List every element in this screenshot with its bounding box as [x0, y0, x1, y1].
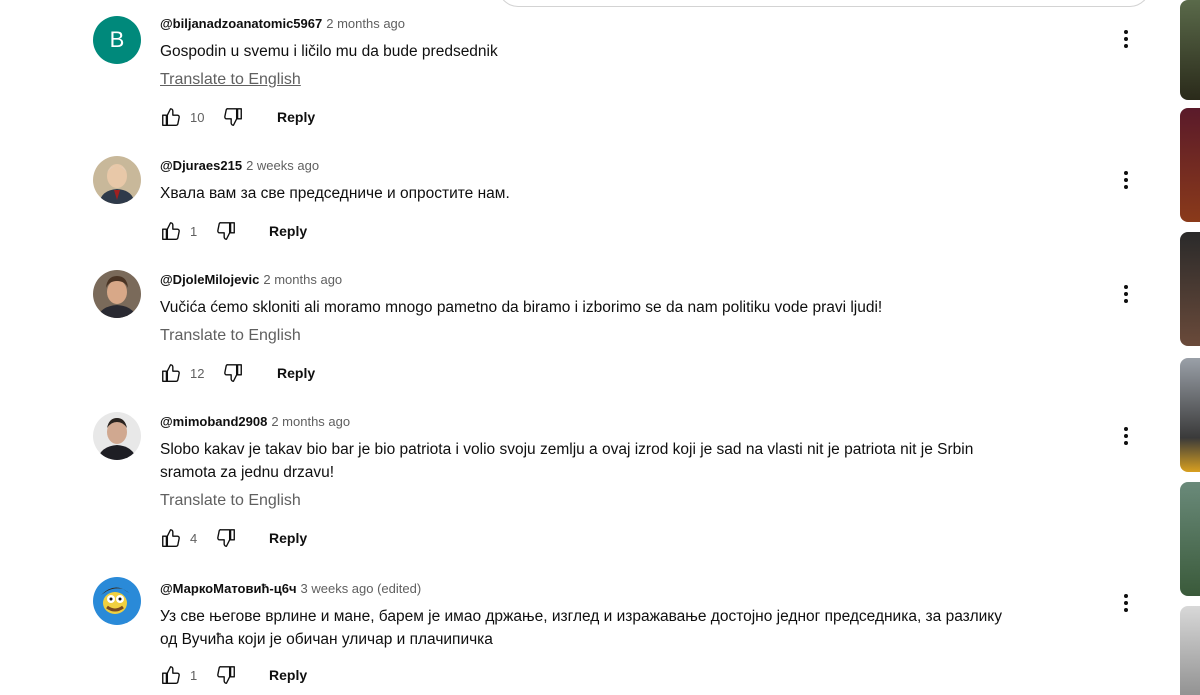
comment-text: Уз све његове врлине и мане, барем је им… — [160, 605, 1100, 651]
video-thumbnail[interactable] — [1180, 232, 1200, 346]
comment-header: @mimoband2908 2 months ago — [160, 412, 1100, 432]
avatar[interactable] — [93, 577, 141, 625]
thumb-down-icon — [224, 364, 242, 382]
comment-time[interactable]: 2 months ago — [263, 272, 342, 287]
more-vert-icon — [1124, 285, 1128, 303]
like-button[interactable]: 10 — [160, 101, 204, 133]
comment-header: @Djuraes215 2 weeks ago — [160, 156, 1100, 176]
avatar-letter: B — [93, 16, 141, 64]
like-button[interactable]: 1 — [160, 215, 197, 247]
comment-menu-button[interactable] — [1112, 589, 1140, 617]
comment-toolbar: 10 Reply — [160, 101, 1100, 133]
comment-header: @МаркоМатовић-ц6ч 3 weeks ago (edited) — [160, 579, 1100, 599]
comment-toolbar: 12 Reply — [160, 357, 1100, 389]
comment-author[interactable]: @МаркоМатовић-ц6ч — [160, 581, 297, 596]
reply-button[interactable]: Reply — [269, 522, 307, 554]
like-count: 1 — [190, 667, 198, 683]
thumb-up-icon — [162, 108, 180, 126]
comment-toolbar: 1 Reply — [160, 659, 1100, 691]
avatar-photo — [93, 577, 141, 625]
thumb-up-icon — [162, 666, 180, 684]
thumb-down-icon — [217, 666, 235, 684]
comment-text-line: sramota za jednu drzavu! — [160, 464, 335, 481]
more-vert-icon — [1124, 427, 1128, 445]
comment-text-line: Slobo kakav je takav bio bar je bio patr… — [160, 441, 974, 458]
translate-button[interactable]: Translate to English — [160, 69, 301, 91]
avatar[interactable] — [93, 412, 141, 460]
avatar[interactable] — [93, 156, 141, 204]
like-count: 4 — [190, 530, 198, 546]
dislike-button[interactable] — [215, 522, 237, 554]
comment-author[interactable]: @mimoband2908 — [160, 414, 267, 429]
comment-header: @DjoleMilojevic 2 months ago — [160, 270, 1100, 290]
comment-time[interactable]: 2 months ago — [326, 16, 405, 31]
like-button[interactable]: 4 — [160, 522, 197, 554]
reply-button[interactable]: Reply — [269, 215, 307, 247]
thumb-down-icon — [224, 108, 242, 126]
like-button[interactable]: 12 — [160, 357, 204, 389]
reply-button[interactable]: Reply — [277, 357, 315, 389]
comment-author[interactable]: @Djuraes215 — [160, 158, 242, 173]
comment-body: @Djuraes215 2 weeks ago Хвала вам за све … — [160, 156, 1100, 247]
comment-time[interactable]: 2 weeks ago — [246, 158, 319, 173]
like-count: 10 — [190, 109, 205, 125]
more-vert-icon — [1124, 171, 1128, 189]
translate-button[interactable]: Translate to English — [160, 490, 301, 512]
avatar-photo — [93, 270, 141, 318]
comment-toolbar: 4 Reply — [160, 522, 1100, 554]
comment-author[interactable]: @DjoleMilojevic — [160, 272, 259, 287]
like-count: 1 — [190, 223, 198, 239]
more-vert-icon — [1124, 30, 1128, 48]
comment-text: Хвала вам за све председниче и опростите… — [160, 185, 510, 202]
avatar[interactable] — [93, 270, 141, 318]
comment-time[interactable]: 3 weeks ago (edited) — [301, 581, 422, 596]
related-videos-column — [1180, 0, 1200, 695]
thumb-down-icon — [217, 529, 235, 547]
video-thumbnail[interactable] — [1180, 606, 1200, 695]
thumb-up-icon — [162, 222, 180, 240]
like-button[interactable]: 1 — [160, 659, 197, 691]
more-vert-icon — [1124, 594, 1128, 612]
reply-button[interactable]: Reply — [269, 659, 307, 691]
thumb-up-icon — [162, 364, 180, 382]
comment-text-line: од Вучића који је обичан уличар и плачип… — [160, 631, 493, 648]
avatar-photo — [93, 156, 141, 204]
comment-menu-button[interactable] — [1112, 422, 1140, 450]
translate-button[interactable]: Translate to English — [160, 325, 301, 347]
comment-body: @МаркоМатовић-ц6ч 3 weeks ago (edited) Уз… — [160, 579, 1100, 691]
comment-body: @biljanadzoanatomic5967 2 months ago Gosp… — [160, 14, 1100, 133]
video-thumbnail[interactable] — [1180, 0, 1200, 100]
reply-button[interactable]: Reply — [277, 101, 315, 133]
comments-section: B @biljanadzoanatomic5967 2 months ago Go… — [0, 0, 1150, 695]
avatar-photo — [93, 412, 141, 460]
comment-text: Slobo kakav je takav bio bar je bio patr… — [160, 438, 1100, 484]
avatar[interactable]: B — [93, 16, 141, 64]
comment-header: @biljanadzoanatomic5967 2 months ago — [160, 14, 1100, 34]
dislike-button[interactable] — [222, 101, 244, 133]
comment-author[interactable]: @biljanadzoanatomic5967 — [160, 16, 322, 31]
like-count: 12 — [190, 365, 205, 381]
dislike-button[interactable] — [215, 215, 237, 247]
video-thumbnail[interactable] — [1180, 482, 1200, 596]
dislike-button[interactable] — [215, 659, 237, 691]
comment-menu-button[interactable] — [1112, 166, 1140, 194]
comment-text: Vučića ćemo skloniti ali moramo mnogo pa… — [160, 299, 883, 316]
thumb-up-icon — [162, 529, 180, 547]
comment-text: Gospodin u svemu i ličilo mu da bude pre… — [160, 43, 498, 60]
comment-menu-button[interactable] — [1112, 25, 1140, 53]
comment-menu-button[interactable] — [1112, 280, 1140, 308]
comment-body: @DjoleMilojevic 2 months ago Vučića ćemo … — [160, 270, 1100, 389]
comment-text-line: Уз све његове врлине и мане, барем је им… — [160, 608, 1003, 625]
comment-body: @mimoband2908 2 months ago Slobo kakav je… — [160, 412, 1100, 554]
comment-toolbar: 1 Reply — [160, 215, 1100, 247]
video-thumbnail[interactable] — [1180, 358, 1200, 472]
comment-time[interactable]: 2 months ago — [271, 414, 350, 429]
thumb-down-icon — [217, 222, 235, 240]
video-thumbnail[interactable] — [1180, 108, 1200, 222]
dislike-button[interactable] — [222, 357, 244, 389]
